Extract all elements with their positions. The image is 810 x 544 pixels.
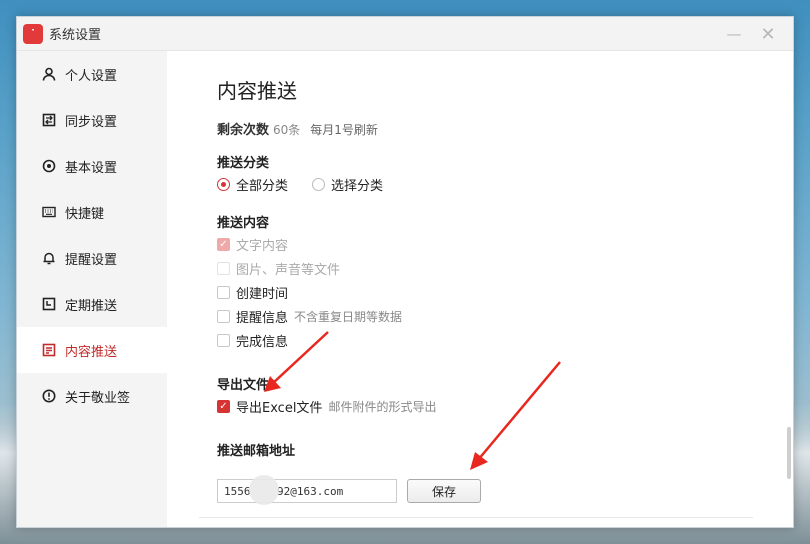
option-reminder-info[interactable]: 提醒信息 不含重复日期等数据 xyxy=(217,307,402,326)
sidebar-item-label: 同步设置 xyxy=(65,114,118,130)
sidebar-item-sync[interactable]: 同步设置 xyxy=(17,97,167,143)
settings-window: ᐝ 系统设置 — ✕ 个人设置 同步设置 基本设置 快捷键 提醒设置 定期推送 … xyxy=(16,16,794,528)
checkbox-created-time[interactable] xyxy=(217,286,230,299)
title-bar: ᐝ 系统设置 — ✕ xyxy=(17,17,793,51)
checkbox-reminder-info[interactable] xyxy=(217,310,230,323)
sidebar-item-about[interactable]: 关于敬业签 xyxy=(17,373,167,419)
option-hint: 邮件附件的形式导出 xyxy=(328,400,437,414)
option-hint: 不含重复日期等数据 xyxy=(294,310,403,324)
option-label: 导出Excel文件 xyxy=(236,401,323,416)
person-icon xyxy=(41,66,57,82)
sidebar-item-periodic-push[interactable]: 定期推送 xyxy=(17,281,167,327)
keyboard-icon xyxy=(41,204,57,220)
checkbox-completion-info[interactable] xyxy=(217,334,230,347)
option-label: 创建时间 xyxy=(236,287,289,302)
sidebar-item-basic[interactable]: 基本设置 xyxy=(17,143,167,189)
remaining-row: 剩余次数 60条 每月1号刷新 xyxy=(217,119,378,138)
sidebar: 个人设置 同步设置 基本设置 快捷键 提醒设置 定期推送 内容推送 关于敬业签 xyxy=(17,51,167,527)
sidebar-item-shortcuts[interactable]: 快捷键 xyxy=(17,189,167,235)
option-label: 完成信息 xyxy=(236,335,289,350)
sidebar-item-label: 关于敬业签 xyxy=(65,390,131,406)
push-content-label: 推送内容 xyxy=(217,216,270,231)
export-label: 导出文件 xyxy=(217,378,270,393)
radio-all-categories-label[interactable]: 全部分类 xyxy=(236,175,288,194)
option-label: 提醒信息 xyxy=(236,311,289,326)
option-label: 文字内容 xyxy=(236,239,289,254)
checkbox-export-excel[interactable]: ✓ xyxy=(217,400,230,413)
sidebar-item-personal[interactable]: 个人设置 xyxy=(17,51,167,97)
radio-select-categories[interactable] xyxy=(312,178,326,191)
app-logo-icon: ᐝ xyxy=(23,23,43,44)
page-title: 内容推送 xyxy=(217,79,297,103)
option-created-time[interactable]: 创建时间 xyxy=(217,283,288,302)
sidebar-item-label: 个人设置 xyxy=(65,68,118,84)
window-title: 系统设置 xyxy=(49,28,102,43)
save-button[interactable]: 保存 xyxy=(407,479,481,503)
calendar-icon xyxy=(41,296,57,312)
category-label: 推送分类 xyxy=(217,156,270,171)
radio-all-categories[interactable] xyxy=(217,178,230,191)
checkbox-text-content: ✓ xyxy=(217,238,230,251)
category-radio-group: 全部分类 选择分类 xyxy=(217,175,407,194)
sidebar-item-label: 快捷键 xyxy=(65,206,105,222)
email-label: 推送邮箱地址 xyxy=(217,444,296,459)
radio-select-categories-label[interactable]: 选择分类 xyxy=(331,175,383,194)
bell-icon xyxy=(41,250,57,266)
sidebar-item-label: 内容推送 xyxy=(65,344,118,360)
option-label: 图片、声音等文件 xyxy=(236,263,341,278)
minimize-icon[interactable]: — xyxy=(725,25,743,43)
document-icon xyxy=(41,342,57,358)
sidebar-item-reminder[interactable]: 提醒设置 xyxy=(17,235,167,281)
info-icon xyxy=(41,388,57,404)
sidebar-item-content-push[interactable]: 内容推送 xyxy=(17,327,167,373)
sidebar-item-label: 提醒设置 xyxy=(65,252,118,268)
option-files[interactable]: 图片、声音等文件 xyxy=(217,259,340,278)
close-icon[interactable]: ✕ xyxy=(759,24,777,45)
refresh-note: 每月1号刷新 xyxy=(310,123,378,137)
checkbox-files xyxy=(217,262,230,275)
content-panel: 内容推送 剩余次数 60条 每月1号刷新 推送分类 全部分类 选择分类 推送内容 ✓… xyxy=(167,51,793,527)
scrollbar[interactable] xyxy=(787,427,791,479)
email-field[interactable] xyxy=(217,479,397,503)
sync-icon xyxy=(41,112,57,128)
remaining-count: 60条 xyxy=(273,123,301,137)
sidebar-item-label: 定期推送 xyxy=(65,298,118,314)
sidebar-item-label: 基本设置 xyxy=(65,160,118,176)
divider xyxy=(199,517,753,518)
remaining-label: 剩余次数 xyxy=(217,123,270,138)
option-export-excel[interactable]: ✓ 导出Excel文件 邮件附件的形式导出 xyxy=(217,397,436,416)
gear-icon xyxy=(41,158,57,174)
option-completion-info[interactable]: 完成信息 xyxy=(217,331,288,350)
redaction-blur xyxy=(249,475,279,505)
option-text-content[interactable]: ✓ 文字内容 xyxy=(217,235,288,254)
